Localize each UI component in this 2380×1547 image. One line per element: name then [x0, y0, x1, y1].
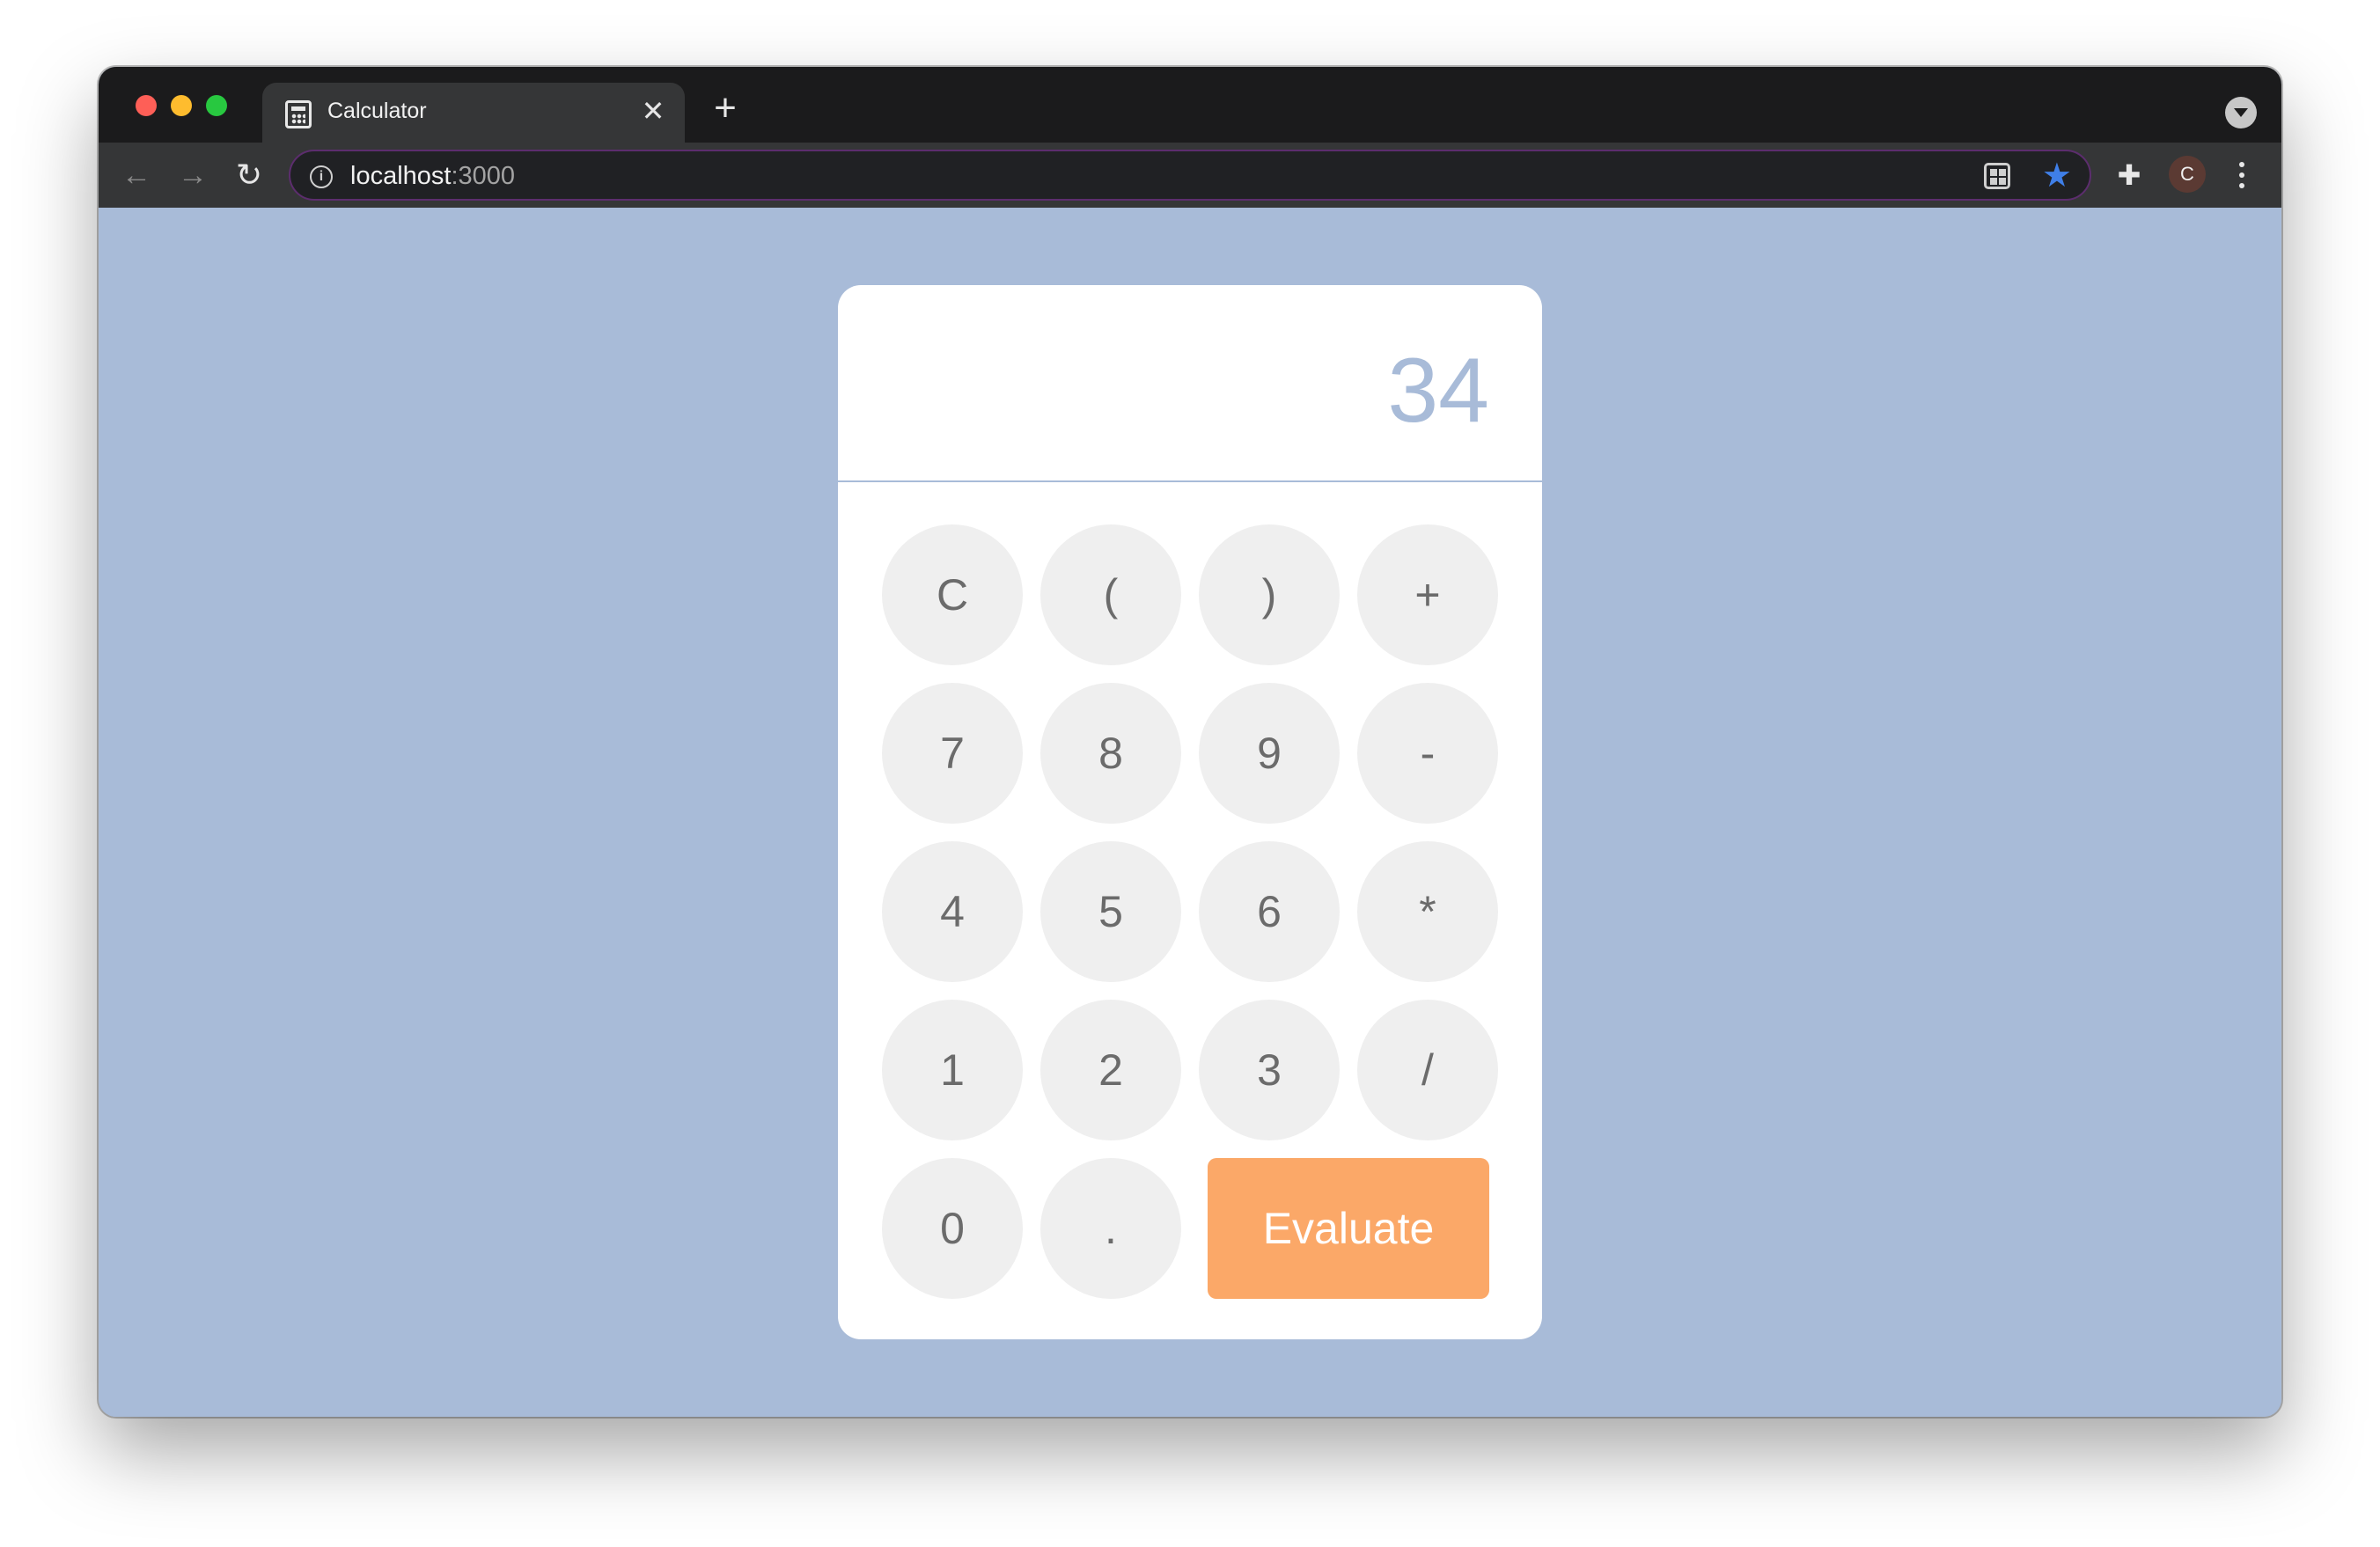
- tab-search-icon[interactable]: [2225, 97, 2257, 128]
- key-divide[interactable]: /: [1357, 1000, 1498, 1140]
- key-7[interactable]: 7: [882, 683, 1023, 824]
- calculator-icon: [285, 100, 312, 128]
- key-plus[interactable]: +: [1357, 524, 1498, 665]
- key-1[interactable]: 1: [882, 1000, 1023, 1140]
- kebab-menu-icon[interactable]: [2229, 155, 2255, 195]
- key-6[interactable]: 6: [1199, 841, 1340, 982]
- extensions-icon[interactable]: ✚: [2112, 158, 2146, 192]
- key-close-paren[interactable]: ): [1199, 524, 1340, 665]
- page-content: 34 C ( ) + 7 8 9 - 4 5 6 * 1 2 3 / 0 . E…: [99, 208, 2281, 1417]
- browser-window: Calculator ✕ + ← → ↻ i localhost:3000 ★ …: [99, 67, 2281, 1417]
- key-9[interactable]: 9: [1199, 683, 1340, 824]
- key-multiply[interactable]: *: [1357, 841, 1498, 982]
- key-minus[interactable]: -: [1357, 683, 1498, 824]
- close-icon[interactable]: ✕: [637, 95, 669, 127]
- calculator: 34 C ( ) + 7 8 9 - 4 5 6 * 1 2 3 / 0 . E…: [838, 285, 1542, 1339]
- qr-code-icon[interactable]: [1984, 163, 2010, 189]
- evaluate-button[interactable]: Evaluate: [1208, 1158, 1489, 1299]
- site-info-icon[interactable]: i: [310, 165, 333, 188]
- tab-strip: Calculator ✕ +: [99, 67, 2281, 143]
- key-8[interactable]: 8: [1040, 683, 1181, 824]
- key-0[interactable]: 0: [882, 1158, 1023, 1299]
- forward-icon[interactable]: →: [173, 155, 213, 195]
- back-icon[interactable]: ←: [116, 155, 157, 195]
- new-tab-button[interactable]: +: [706, 89, 745, 128]
- key-3[interactable]: 3: [1199, 1000, 1340, 1140]
- key-decimal[interactable]: .: [1040, 1158, 1181, 1299]
- url-port: :3000: [451, 162, 516, 190]
- key-2[interactable]: 2: [1040, 1000, 1181, 1140]
- profile-avatar[interactable]: C: [2169, 156, 2206, 193]
- address-bar[interactable]: i localhost:3000 ★: [289, 150, 2091, 201]
- maximize-window-button[interactable]: [206, 95, 227, 116]
- close-window-button[interactable]: [136, 95, 157, 116]
- calculator-display: 34: [838, 285, 1542, 482]
- key-4[interactable]: 4: [882, 841, 1023, 982]
- url-text: localhost:3000: [350, 162, 515, 191]
- toolbar: ← → ↻ i localhost:3000 ★ ✚ C: [99, 143, 2281, 208]
- key-5[interactable]: 5: [1040, 841, 1181, 982]
- reload-icon[interactable]: ↻: [229, 155, 269, 195]
- tab-calculator[interactable]: Calculator ✕: [262, 83, 685, 143]
- tab-title: Calculator: [327, 99, 427, 123]
- url-host: localhost: [350, 162, 452, 190]
- display-value: 34: [1387, 340, 1489, 442]
- key-clear[interactable]: C: [882, 524, 1023, 665]
- minimize-window-button[interactable]: [171, 95, 192, 116]
- bookmark-star-icon[interactable]: ★: [2042, 157, 2072, 195]
- key-open-paren[interactable]: (: [1040, 524, 1181, 665]
